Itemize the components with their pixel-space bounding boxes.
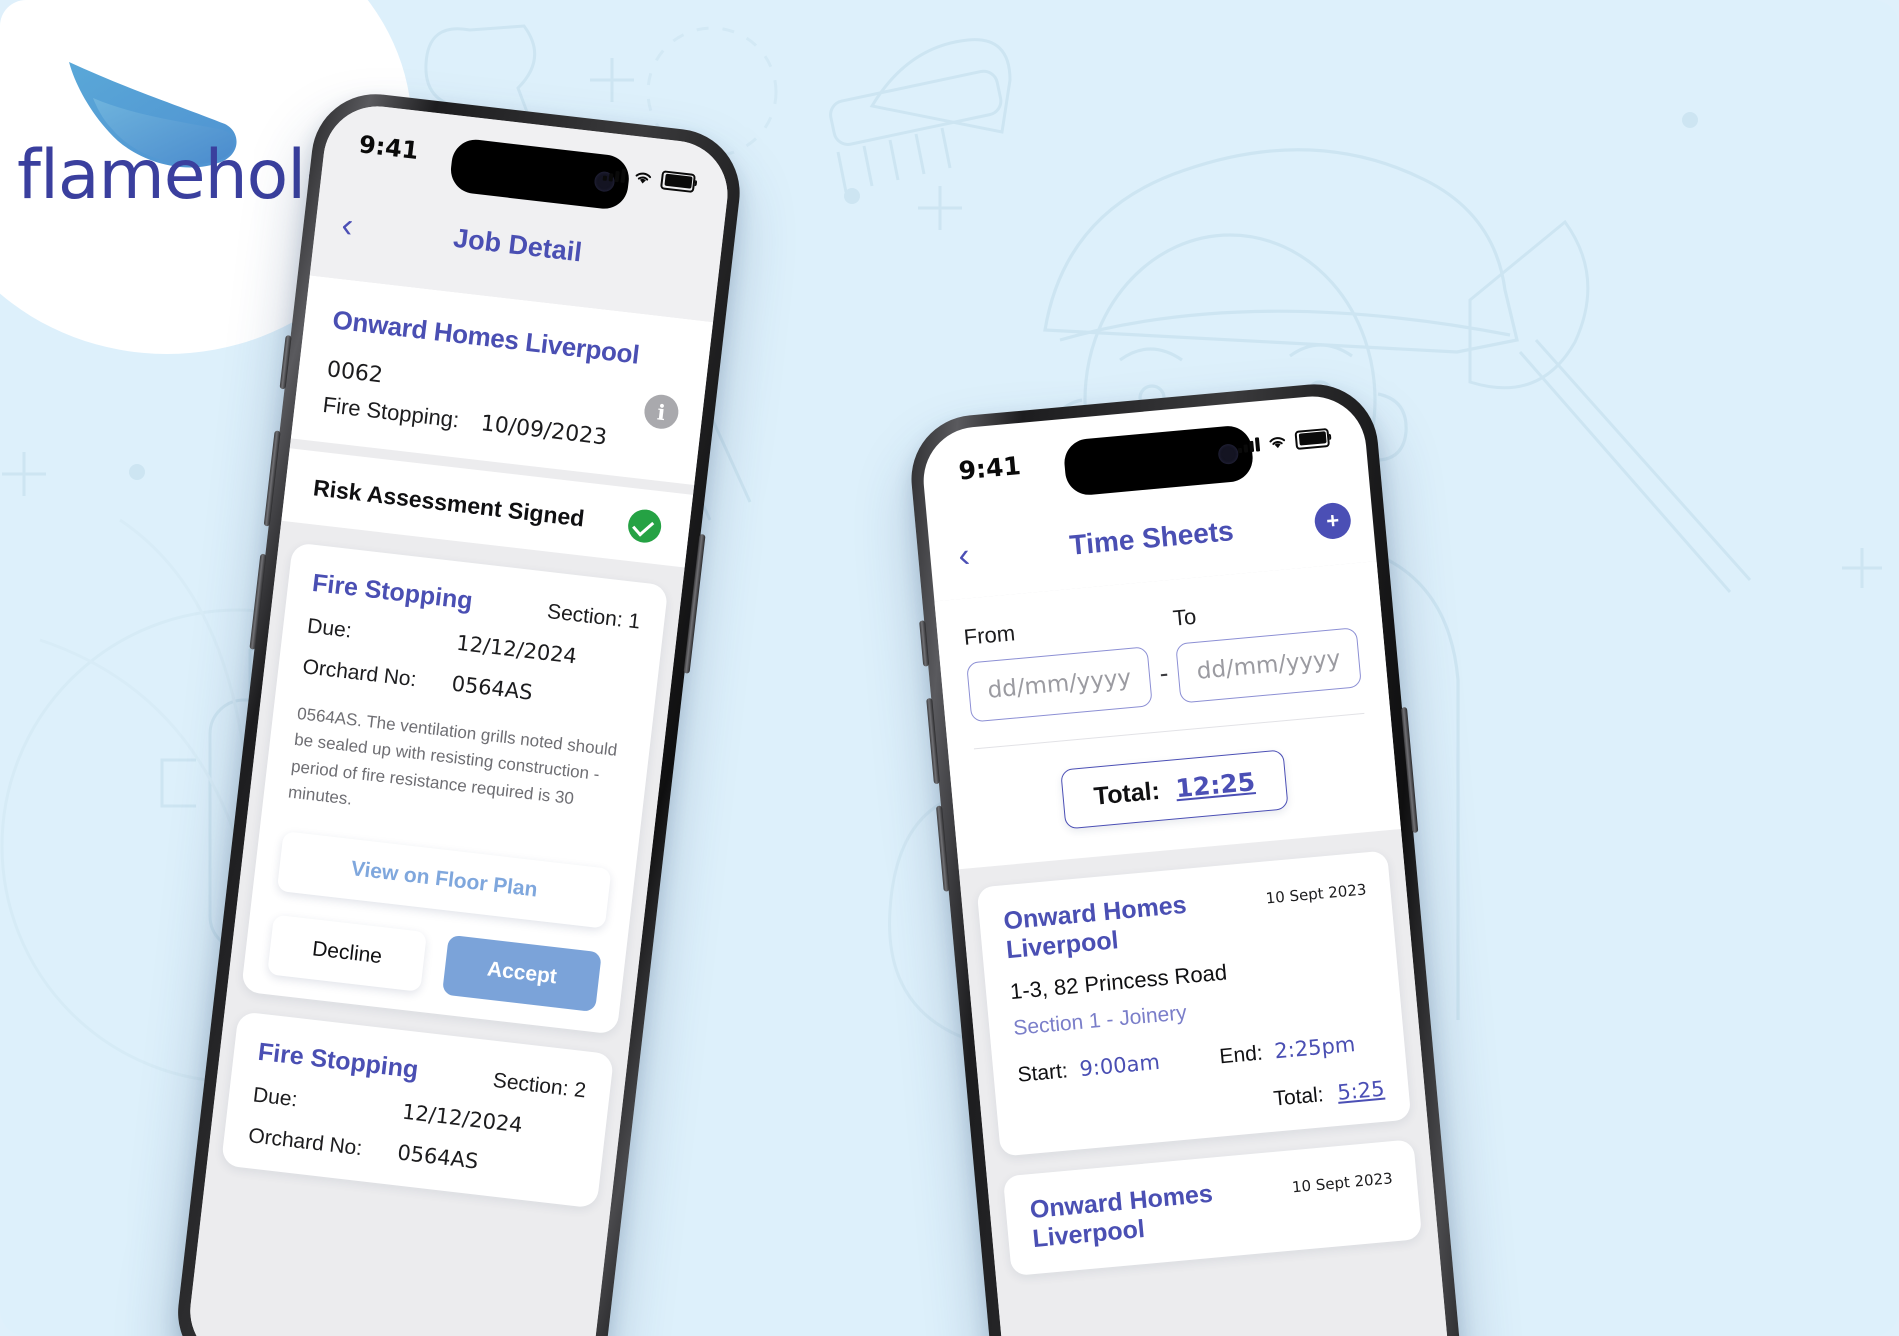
section-title: Fire Stopping bbox=[256, 1038, 420, 1085]
entry-client-name: Onward Homes Liverpool bbox=[1002, 890, 1188, 965]
entry-total-label: Total: bbox=[1272, 1083, 1325, 1111]
entry-client-name: Onward Homes Liverpool bbox=[1028, 1179, 1214, 1254]
cellular-bars-icon bbox=[602, 165, 627, 183]
job-type-label: Fire Stopping: bbox=[321, 391, 461, 433]
decline-button[interactable]: Decline bbox=[267, 914, 427, 993]
brand-wordmark: flamehold bbox=[17, 136, 348, 215]
status-time: 9:41 bbox=[957, 450, 1022, 486]
phone-time-sheets: 9:41 ‹ Time Sheets + From dd/mm/yyyy - T… bbox=[905, 378, 1468, 1336]
grand-total-badge: Total: 12:25 bbox=[1060, 749, 1289, 830]
accept-button[interactable]: Accept bbox=[441, 935, 602, 1013]
cellular-bars-icon bbox=[1237, 436, 1261, 453]
due-label: Due: bbox=[306, 614, 353, 643]
to-date-input[interactable]: dd/mm/yyyy bbox=[1175, 627, 1362, 704]
poster-stage: flamehold 9:41 ‹ Job Detail Onward Homes… bbox=[0, 0, 1899, 1336]
from-label: From bbox=[962, 620, 1017, 650]
entry-date: 10 Sept 2023 bbox=[1264, 880, 1368, 908]
entry-start-value: 9:00am bbox=[1078, 1049, 1161, 1082]
phone2-screen: 9:41 ‹ Time Sheets + From dd/mm/yyyy - T… bbox=[919, 391, 1455, 1336]
view-on-floor-plan-button[interactable]: View on Floor Plan bbox=[276, 831, 612, 930]
due-label: Due: bbox=[251, 1083, 299, 1112]
section-number: Section: 1 bbox=[545, 600, 642, 634]
orchard-label: Orchard No: bbox=[247, 1124, 364, 1161]
orchard-value: 0564AS bbox=[450, 671, 534, 705]
phone1-content: Onward Homes Liverpool i 0062 Fire Stopp… bbox=[184, 275, 714, 1336]
section-card-2: Fire Stopping Section: 2 Due: 12/12/2024… bbox=[220, 1011, 615, 1209]
to-label: To bbox=[1171, 603, 1198, 631]
wifi-icon bbox=[635, 172, 652, 184]
section-card-1: Fire Stopping Section: 1 Due: 12/12/2024… bbox=[240, 542, 669, 1036]
battery-full-icon bbox=[660, 169, 696, 193]
to-date-field: To dd/mm/yyyy bbox=[1171, 589, 1362, 704]
from-date-field: From dd/mm/yyyy bbox=[962, 608, 1153, 723]
range-separator: - bbox=[1158, 657, 1170, 689]
check-circle-icon bbox=[626, 507, 663, 545]
page-title: Time Sheets bbox=[1068, 515, 1235, 561]
section-number: Section: 2 bbox=[491, 1069, 588, 1103]
entry-total-value[interactable]: 5:25 bbox=[1336, 1077, 1385, 1105]
phone2-content: From dd/mm/yyyy - To dd/mm/yyyy Total: 1… bbox=[934, 561, 1455, 1336]
orchard-value: 0564AS bbox=[396, 1140, 480, 1174]
grand-total-label: Total: bbox=[1092, 776, 1162, 811]
timesheet-entry-1[interactable]: Onward Homes Liverpool 10 Sept 2023 1-3,… bbox=[976, 850, 1412, 1157]
due-value: 12/12/2024 bbox=[455, 630, 579, 669]
section-title: Fire Stopping bbox=[310, 568, 475, 616]
timesheet-filter-panel: From dd/mm/yyyy - To dd/mm/yyyy Total: 1… bbox=[934, 561, 1401, 870]
section-description: 0564AS. The ventilation grills noted sho… bbox=[287, 703, 619, 809]
timesheet-entry-2[interactable]: Onward Homes Liverpool 10 Sept 2023 bbox=[1002, 1139, 1423, 1277]
entry-end-value: 2:25pm bbox=[1273, 1032, 1357, 1064]
from-date-input[interactable]: dd/mm/yyyy bbox=[966, 646, 1153, 723]
battery-full-icon bbox=[1294, 427, 1330, 450]
entry-end-label: End: bbox=[1218, 1041, 1264, 1069]
orchard-label: Orchard No: bbox=[301, 655, 418, 692]
grand-total-value[interactable]: 12:25 bbox=[1174, 767, 1256, 803]
entry-date: 10 Sept 2023 bbox=[1291, 1169, 1394, 1197]
due-value: 12/12/2024 bbox=[400, 1100, 524, 1138]
entry-start-label: Start: bbox=[1016, 1059, 1069, 1087]
wifi-icon bbox=[1269, 436, 1285, 448]
risk-assessment-label: Risk Assessment Signed bbox=[311, 474, 586, 532]
job-type-date: 10/09/2023 bbox=[479, 411, 609, 451]
